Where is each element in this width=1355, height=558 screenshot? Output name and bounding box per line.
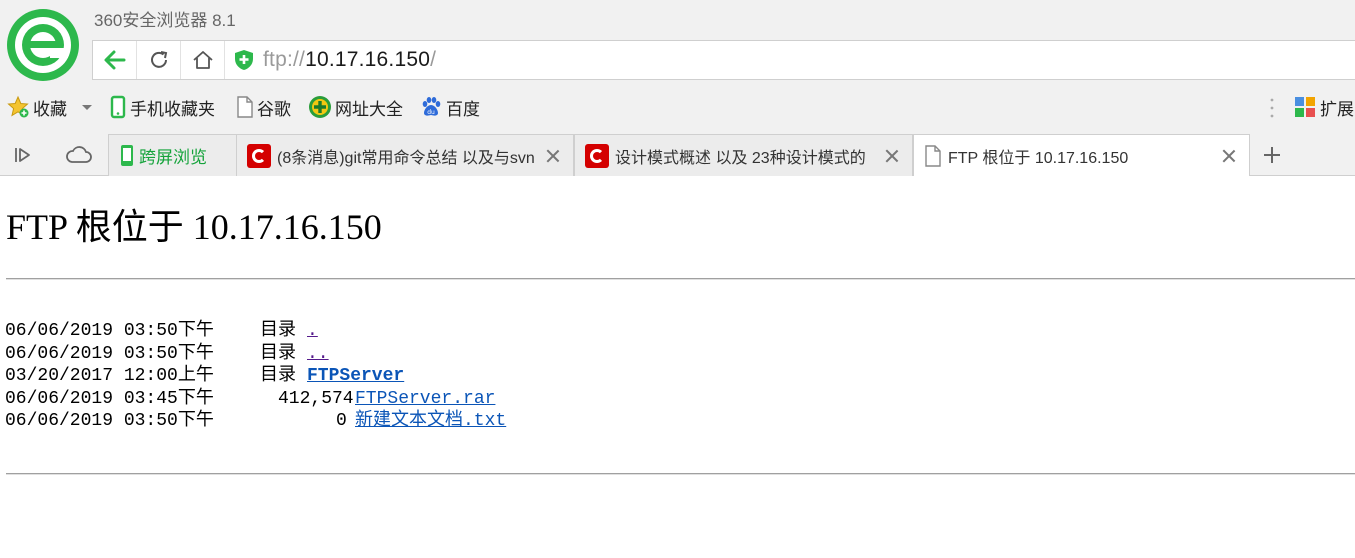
plus-icon: [1264, 147, 1280, 163]
close-icon[interactable]: [884, 148, 900, 164]
entry-kind: 目录: [260, 366, 296, 386]
csdn-icon: [247, 143, 271, 168]
bookmark-label: 网址大全: [335, 99, 403, 119]
bookmark-google[interactable]: 谷歌: [236, 94, 291, 120]
cloud-sync-button[interactable]: [62, 134, 96, 176]
entry-size: 412,574: [278, 388, 354, 409]
bookmark-hao360[interactable]: 网址大全: [308, 94, 403, 120]
csdn-icon: [585, 143, 609, 168]
entry-date: 03/20/2017 12:00上午: [5, 366, 214, 386]
sidebar-toggle-button[interactable]: [6, 134, 40, 176]
url-host: 10.17.16.150: [305, 48, 431, 71]
entry-date: 06/06/2019 03:50下午: [5, 411, 214, 431]
nav-plus-icon: [309, 96, 331, 118]
entry-link-ftpserver-rar[interactable]: FTPServer.rar: [355, 388, 495, 411]
entry-kind: 目录: [260, 343, 296, 364]
bookmark-label: 百度: [446, 99, 480, 119]
entry-date: 06/06/2019 03:50下午: [5, 343, 214, 364]
bookmark-label: 谷歌: [257, 99, 291, 119]
extensions-label: 扩展: [1320, 99, 1354, 119]
page-icon: [237, 96, 253, 118]
favorites-dropdown[interactable]: [80, 94, 97, 120]
app-title: 360安全浏览器 8.1: [94, 11, 236, 30]
tab-design-patterns[interactable]: 设计模式概述 以及 23种设计模式的: [574, 134, 913, 176]
url-scheme: ftp://: [263, 48, 306, 71]
baidu-paw-icon: du: [422, 97, 441, 116]
entry-date: 06/06/2019 03:50下午: [5, 321, 214, 341]
close-icon[interactable]: [1221, 148, 1237, 164]
browser-chrome: 360安全浏览器 8.1 ftp://10.17.16.150/ 收藏 手机收藏…: [0, 0, 1355, 177]
security-shield-icon[interactable]: [233, 49, 255, 71]
page-content: FTP 根位于 10.17.16.150 06/06/2019 03:50下午 …: [0, 176, 1355, 558]
bookmark-favorites[interactable]: 收藏: [6, 94, 67, 120]
more-options-icon[interactable]: [1270, 96, 1274, 120]
tab-git-commands[interactable]: (8条消息)git常用命令总结 以及与svn: [236, 134, 574, 176]
entry-link-current-dir[interactable]: .: [307, 320, 318, 343]
entry-link-new-text-doc[interactable]: 新建文本文档.txt: [355, 410, 506, 433]
refresh-button[interactable]: [137, 41, 181, 79]
refresh-icon: [150, 51, 167, 68]
tab-label: FTP 根位于 10.17.16.150: [948, 150, 1129, 167]
entry-size: 0: [336, 411, 347, 431]
extensions-button[interactable]: 扩展: [1293, 94, 1354, 120]
home-icon: [192, 51, 213, 69]
chevron-down-icon: [82, 105, 92, 110]
browser-logo-icon[interactable]: [6, 8, 80, 82]
navigation-bar: ftp://10.17.16.150/: [92, 40, 1355, 80]
divider-top: [6, 278, 1355, 280]
back-arrow-icon: [104, 50, 125, 70]
entry-link-ftpserver[interactable]: FTPServer: [307, 365, 404, 388]
bookmarks-bar: 收藏 手机收藏夹 谷歌 网址大全 du 百度 扩展: [0, 86, 1355, 128]
bookmark-label: 收藏: [33, 99, 67, 119]
new-tab-button[interactable]: [1252, 134, 1292, 176]
back-button[interactable]: [93, 41, 137, 79]
tab-strip: 跨屏浏览 (8条消息)git常用命令总结 以及与svn 设计模式概述 以及 23…: [0, 134, 1355, 177]
phone-icon: [110, 95, 126, 119]
cloud-icon: [66, 146, 92, 163]
svg-text:du: du: [427, 109, 435, 116]
tab-label: 跨屏浏览: [139, 148, 207, 167]
bookmark-baidu[interactable]: du 百度: [419, 94, 480, 120]
divider-bottom: [6, 473, 1355, 475]
home-button[interactable]: [181, 41, 225, 79]
entry-kind: 目录: [260, 321, 296, 341]
phone-icon: [121, 144, 133, 166]
tab-cross-screen[interactable]: 跨屏浏览: [108, 134, 237, 176]
tab-label: (8条消息)git常用命令总结 以及与svn: [277, 149, 535, 167]
bookmark-label: 手机收藏夹: [130, 99, 215, 119]
url-trailing-slash: /: [430, 48, 437, 71]
entry-date: 06/06/2019 03:45下午: [5, 388, 214, 409]
page-icon: [925, 145, 941, 167]
tab-label: 设计模式概述 以及 23种设计模式的: [615, 149, 866, 167]
address-input[interactable]: ftp://10.17.16.150/: [263, 48, 436, 72]
close-icon[interactable]: [545, 148, 561, 164]
extensions-grid-icon: [1295, 97, 1315, 117]
entry-link-parent-dir[interactable]: ..: [307, 343, 329, 366]
sidebar-toggle-icon: [15, 148, 30, 162]
star-icon: [7, 95, 29, 118]
tab-ftp-root[interactable]: FTP 根位于 10.17.16.150: [913, 134, 1250, 177]
page-title: FTP 根位于 10.17.16.150: [6, 207, 382, 247]
bookmark-mobile-favorites[interactable]: 手机收藏夹: [109, 94, 215, 120]
